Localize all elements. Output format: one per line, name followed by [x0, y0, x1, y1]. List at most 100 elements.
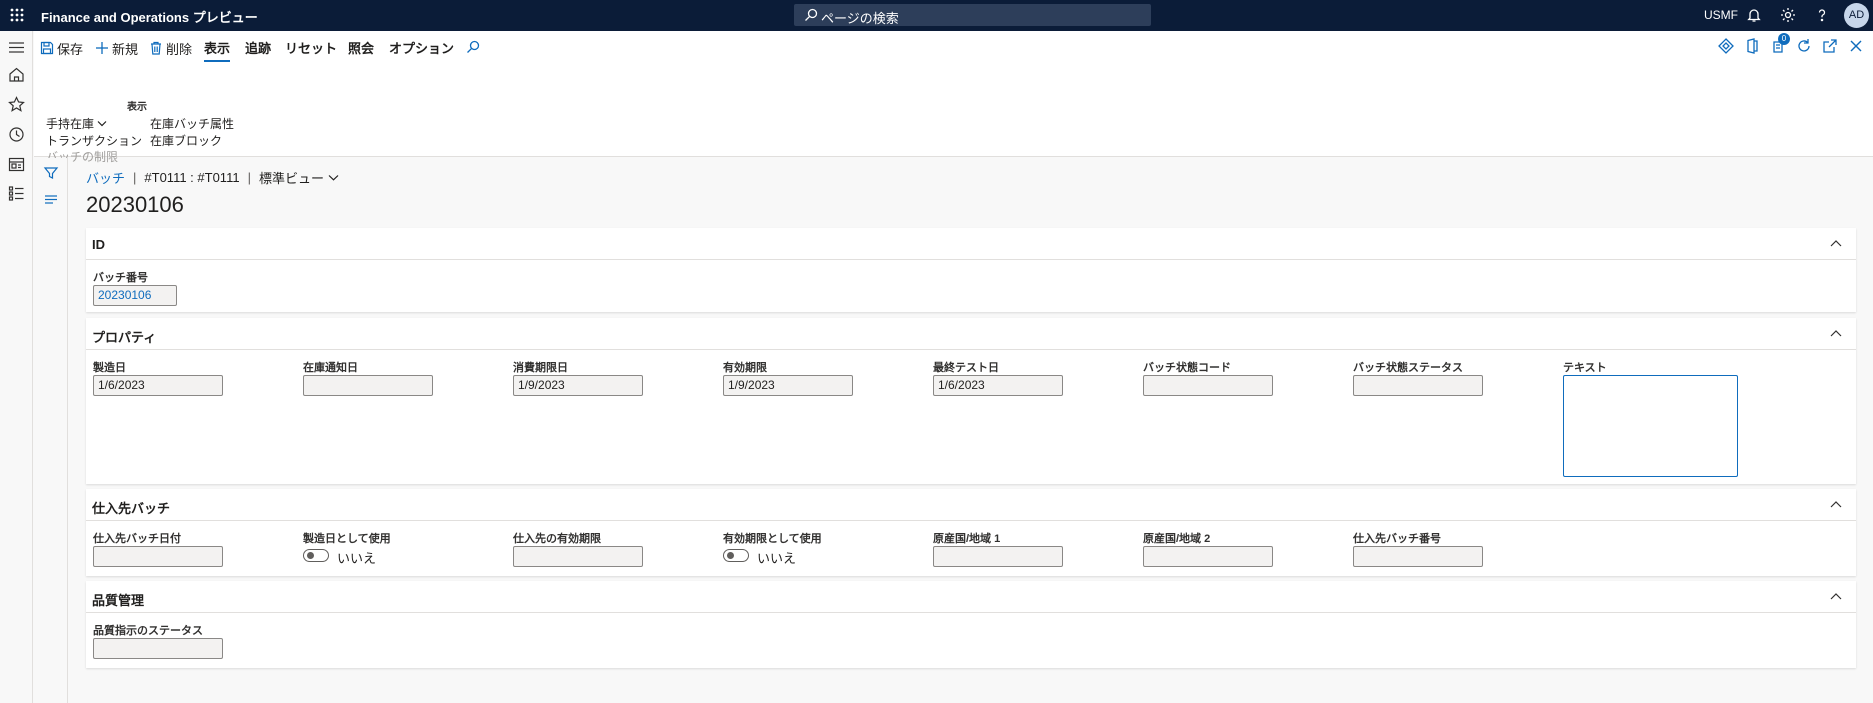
- batch-number-label: バッチ番号: [93, 272, 148, 284]
- trash-icon: [149, 41, 163, 55]
- tab-inquiry[interactable]: 照会: [348, 38, 374, 62]
- workspaces-icon[interactable]: [8, 156, 25, 173]
- country-region-2-label: 原産国/地域 2: [1143, 533, 1211, 545]
- vendor-batch-number-field[interactable]: [1353, 546, 1483, 567]
- chevron-up-icon: [1830, 329, 1842, 337]
- quality-order-status-label: 品質指示のステータス: [93, 625, 203, 637]
- open-new-window-icon[interactable]: [1821, 37, 1839, 55]
- office-icon[interactable]: [1743, 37, 1761, 55]
- use-as-manufacturing-date-toggle[interactable]: [303, 549, 329, 562]
- action-search-button[interactable]: [466, 37, 480, 57]
- manufacturing-date-label: 製造日: [93, 362, 126, 374]
- fasttab-id-header[interactable]: ID: [86, 228, 1856, 260]
- transactions-button[interactable]: トランザクション: [46, 132, 142, 149]
- delete-button[interactable]: 削除: [149, 38, 192, 58]
- save-label: 保存: [57, 41, 84, 57]
- fasttab-quality-header[interactable]: 品質管理: [86, 581, 1856, 613]
- app-launcher-icon[interactable]: [9, 7, 25, 23]
- view-selector[interactable]: 標準ビュー: [259, 168, 339, 187]
- plus-icon: [95, 41, 109, 55]
- manufacturing-date-field[interactable]: 1/6/2023: [93, 375, 223, 396]
- modules-list-icon[interactable]: [8, 185, 25, 202]
- expiration-date-field[interactable]: 1/9/2023: [723, 375, 853, 396]
- gear-icon[interactable]: [1779, 6, 1797, 24]
- new-button[interactable]: 新規: [95, 38, 138, 58]
- expiration-date-label: 有効期限: [723, 362, 767, 374]
- ribbon-group-label: 表示: [127, 102, 147, 113]
- fasttab-quality-title: 品質管理: [92, 593, 145, 608]
- refresh-icon[interactable]: [1795, 37, 1813, 55]
- vendor-batch-date-field[interactable]: [93, 546, 223, 567]
- close-icon[interactable]: [1847, 37, 1865, 55]
- avatar[interactable]: AD: [1844, 3, 1869, 28]
- country-region-1-field[interactable]: [933, 546, 1063, 567]
- best-before-date-label: 消費期限日: [513, 362, 568, 374]
- action-pane: 保存 新規 削除 表示 追跡 リセット 照会 オプション 表示 手持在庫 トラン…: [34, 31, 1873, 164]
- page-title: 20230106: [86, 192, 184, 217]
- breadcrumb-separator: |: [247, 170, 251, 185]
- related-info-icon[interactable]: [43, 191, 59, 207]
- vendor-batch-number-label: 仕入先バッチ番号: [1353, 533, 1441, 545]
- navigation-rail: [0, 31, 33, 703]
- app-title: Finance and Operations プレビュー: [41, 10, 258, 25]
- search-icon: [466, 40, 480, 54]
- breadcrumb-batch-link[interactable]: バッチ: [86, 168, 125, 187]
- filter-icon[interactable]: [43, 165, 59, 181]
- new-label: 新規: [112, 41, 139, 57]
- vendor-batch-date-label: 仕入先バッチ日付: [93, 533, 181, 545]
- disposition-code-field[interactable]: [1143, 375, 1273, 396]
- tab-display[interactable]: 表示: [204, 38, 231, 62]
- save-icon: [40, 41, 54, 55]
- use-as-manufacturing-date-label: 製造日として使用: [303, 533, 391, 545]
- hamburger-menu-icon[interactable]: [8, 39, 25, 56]
- home-icon[interactable]: [8, 66, 25, 83]
- breadcrumb: バッチ | #T0111 : #T0111 | 標準ビュー: [86, 168, 339, 187]
- power-apps-icon[interactable]: [1717, 37, 1735, 55]
- fasttab-properties: プロパティ 製造日 1/6/2023 在庫通知日 消費期限日 1/9/2023 …: [86, 318, 1856, 484]
- inventory-batch-attributes-button[interactable]: 在庫バッチ属性: [150, 115, 234, 132]
- tab-options[interactable]: オプション: [389, 38, 454, 62]
- disposition-status-field[interactable]: [1353, 375, 1483, 396]
- fasttab-quality: 品質管理 品質指示のステータス: [86, 581, 1856, 668]
- use-as-expiration-label: 有効期限として使用: [723, 533, 822, 545]
- breadcrumb-context: #T0111 : #T0111: [144, 170, 240, 185]
- batch-number-field[interactable]: 20230106: [93, 285, 177, 306]
- on-hand-inventory-menu[interactable]: 手持在庫: [46, 115, 107, 132]
- fasttab-vendor-batch-header[interactable]: 仕入先バッチ: [86, 489, 1856, 521]
- country-region-2-field[interactable]: [1143, 546, 1273, 567]
- text-area[interactable]: [1563, 375, 1738, 477]
- last-test-date-label: 最終テスト日: [933, 362, 999, 374]
- chevron-up-icon: [1830, 500, 1842, 508]
- shelf-advice-date-label: 在庫通知日: [303, 362, 358, 374]
- filter-strip: [34, 158, 68, 703]
- best-before-date-field[interactable]: 1/9/2023: [513, 375, 643, 396]
- page-search-input[interactable]: ページの検索: [794, 4, 1151, 26]
- recent-clock-icon[interactable]: [8, 126, 25, 143]
- on-hand-inventory-label: 手持在庫: [46, 117, 95, 131]
- tab-tracking[interactable]: 追跡: [245, 38, 271, 62]
- chevron-down-icon: [328, 174, 339, 181]
- bell-icon[interactable]: [1745, 6, 1763, 24]
- chevron-down-icon: [97, 120, 107, 127]
- fasttab-id: ID バッチ番号 20230106: [86, 228, 1856, 312]
- use-as-manufacturing-date-value: いいえ: [337, 551, 377, 566]
- company-selector[interactable]: USMF: [1704, 8, 1738, 22]
- last-test-date-field[interactable]: 1/6/2023: [933, 375, 1063, 396]
- attachments-count-badge: 0: [1778, 33, 1790, 45]
- text-label: テキスト: [1563, 362, 1607, 374]
- quality-order-status-field[interactable]: [93, 638, 223, 659]
- disposition-status-label: バッチ状態ステータス: [1353, 362, 1463, 374]
- fasttab-id-title: ID: [92, 237, 105, 252]
- favorites-star-icon[interactable]: [8, 96, 25, 113]
- help-icon[interactable]: [1813, 6, 1831, 24]
- shelf-advice-date-field[interactable]: [303, 375, 433, 396]
- chevron-up-icon: [1830, 239, 1842, 247]
- view-selector-label: 標準ビュー: [258, 171, 324, 186]
- vendor-expiration-field[interactable]: [513, 546, 643, 567]
- save-button[interactable]: 保存: [40, 38, 83, 58]
- use-as-expiration-toggle[interactable]: [723, 549, 749, 562]
- tab-reset[interactable]: リセット: [285, 38, 337, 62]
- toggle-knob: [727, 552, 734, 559]
- fasttab-properties-header[interactable]: プロパティ: [86, 318, 1856, 350]
- inventory-blocking-button[interactable]: 在庫ブロック: [150, 132, 222, 149]
